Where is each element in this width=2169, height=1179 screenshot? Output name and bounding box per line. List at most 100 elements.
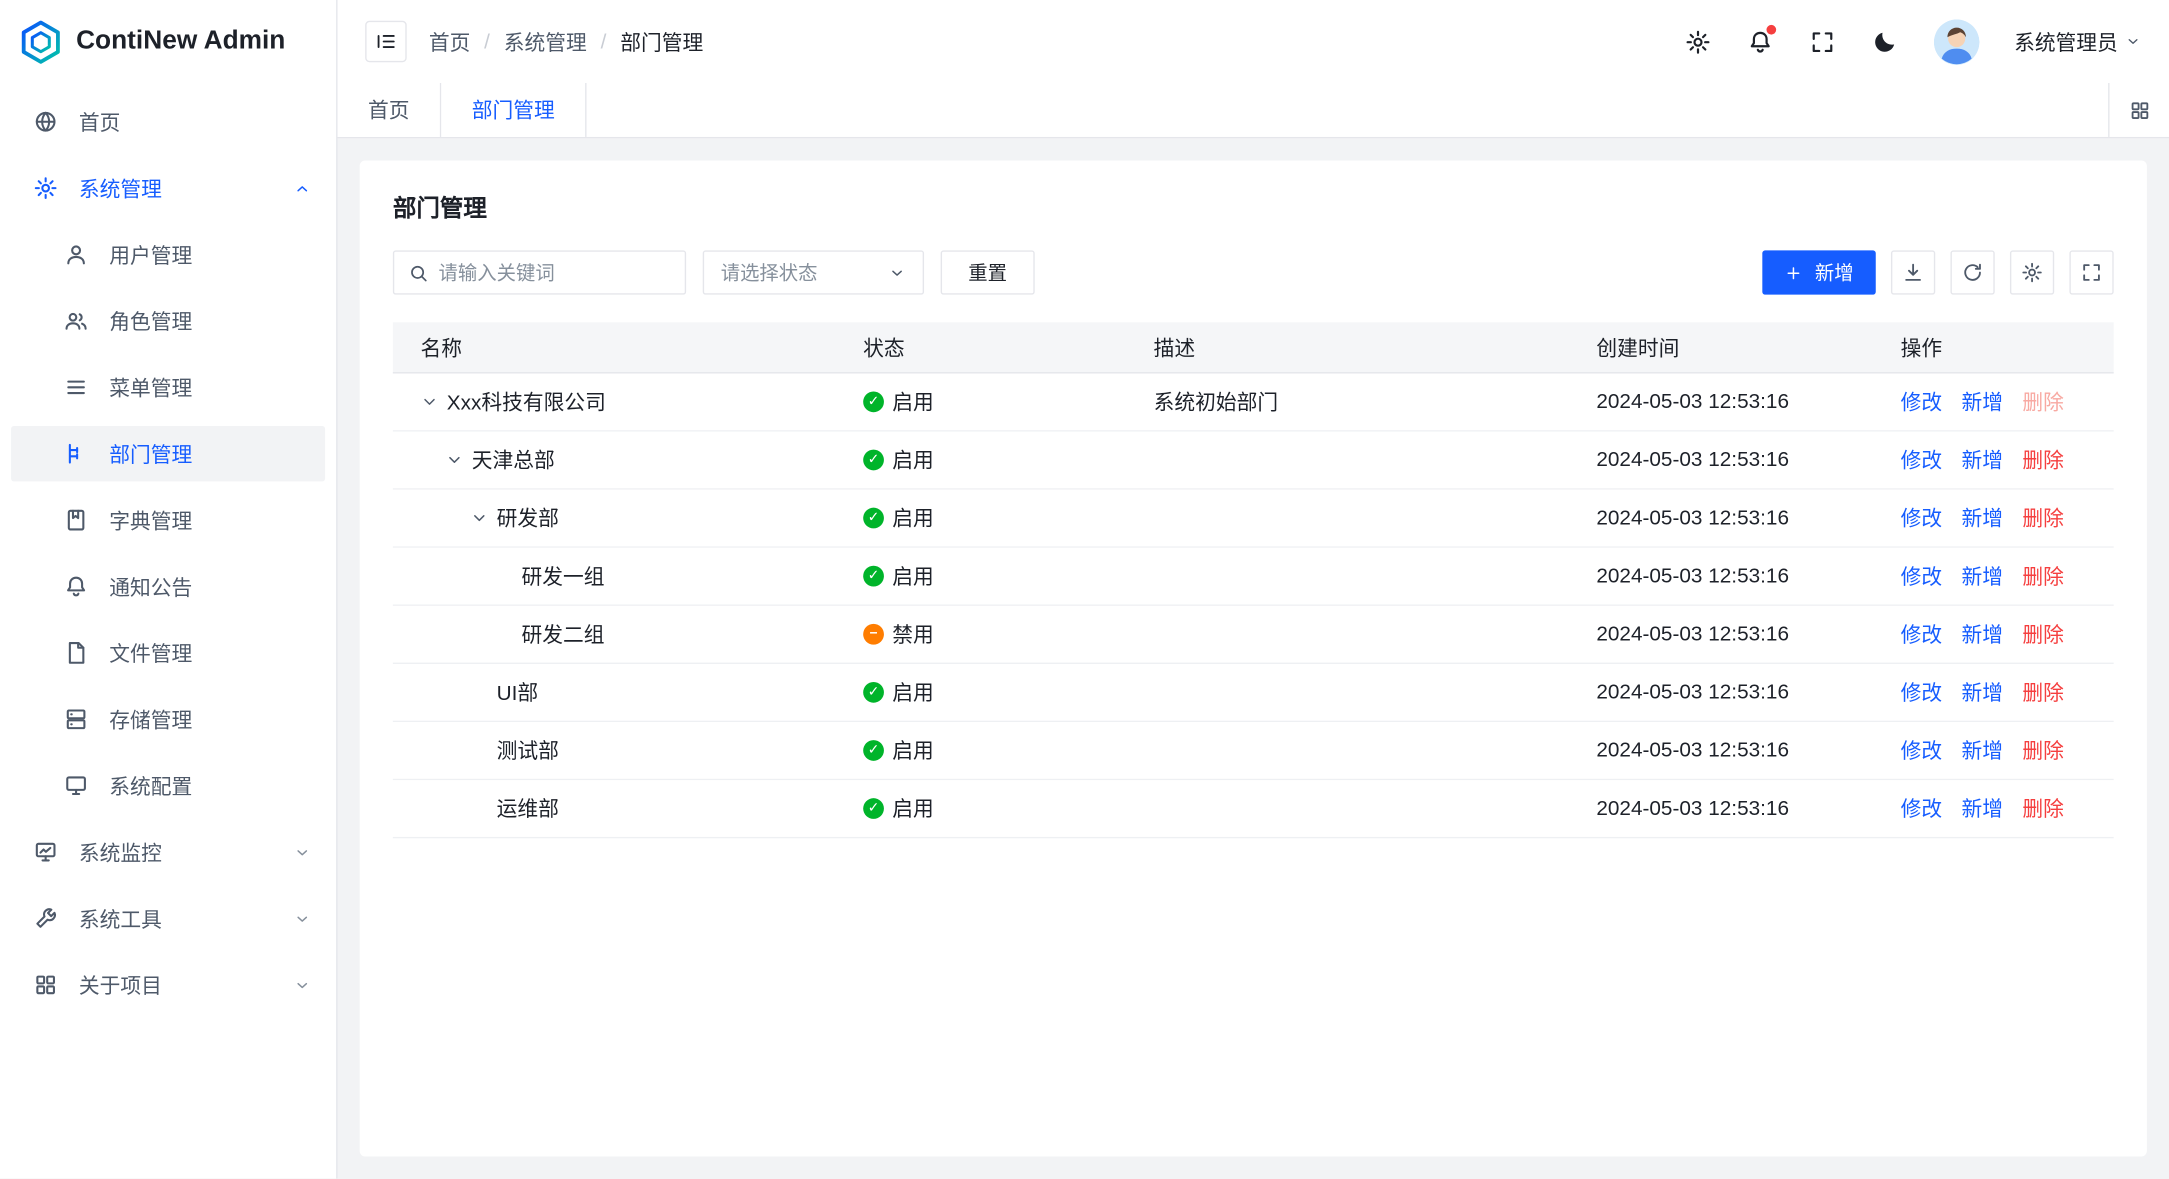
refresh-button[interactable] bbox=[1950, 250, 1994, 294]
tab-home[interactable]: 首页 bbox=[338, 83, 442, 137]
edit-link[interactable]: 修改 bbox=[1901, 794, 1943, 823]
breadcrumb-item-home[interactable]: 首页 bbox=[429, 27, 471, 56]
breadcrumb-separator: / bbox=[601, 30, 607, 54]
created-time: 2024-05-03 12:53:16 bbox=[1574, 432, 1878, 489]
edit-link[interactable]: 修改 bbox=[1901, 562, 1943, 591]
sidebar-item[interactable]: 角色管理 bbox=[11, 293, 325, 348]
row-expand-icon[interactable] bbox=[421, 393, 439, 411]
delete-link[interactable]: 删除 bbox=[2022, 387, 2064, 416]
sidebar-item[interactable]: 首页 bbox=[11, 94, 325, 149]
user-menu[interactable]: 系统管理员 bbox=[2014, 27, 2141, 56]
tree-indent bbox=[421, 575, 496, 576]
add-link[interactable]: 新增 bbox=[1962, 736, 2004, 765]
sidebar-item-label: 系统配置 bbox=[109, 771, 311, 800]
breadcrumb: 首页 / 系统管理 / 部门管理 bbox=[429, 27, 703, 56]
add-link[interactable]: 新增 bbox=[1962, 562, 2004, 591]
tree-icon bbox=[64, 441, 89, 466]
page-title: 部门管理 bbox=[393, 188, 2114, 223]
keyword-input[interactable] bbox=[439, 261, 671, 283]
delete-link[interactable]: 删除 bbox=[2022, 445, 2064, 474]
sidebar-item[interactable]: 用户管理 bbox=[11, 227, 325, 282]
sidebar-item[interactable]: 存储管理 bbox=[11, 692, 325, 747]
department-table: 名称状态描述创建时间操作 Xxx科技有限公司✓启用系统初始部门2024-05-0… bbox=[393, 322, 2114, 838]
sidebar-item-label: 字典管理 bbox=[109, 506, 311, 535]
department-description bbox=[1132, 780, 1575, 837]
edit-link[interactable]: 修改 bbox=[1901, 387, 1943, 416]
add-link[interactable]: 新增 bbox=[1962, 387, 2004, 416]
status-label: 启用 bbox=[892, 736, 934, 765]
filter-toolbar: 请选择状态 重置 新增 bbox=[393, 250, 2114, 294]
sidebar-item[interactable]: 系统配置 bbox=[11, 758, 325, 813]
edit-link[interactable]: 修改 bbox=[1901, 445, 1943, 474]
edit-link[interactable]: 修改 bbox=[1901, 736, 1943, 765]
column-header: 描述 bbox=[1132, 322, 1575, 372]
status-select[interactable]: 请选择状态 bbox=[703, 250, 924, 294]
tree-indent bbox=[421, 808, 471, 809]
chevron-down-icon bbox=[293, 843, 311, 861]
bell-icon bbox=[64, 574, 89, 599]
sidebar: ContiNew Admin 首页系统管理用户管理角色管理菜单管理部门管理字典管… bbox=[0, 0, 338, 1179]
department-name: 天津总部 bbox=[472, 445, 555, 474]
edit-link[interactable]: 修改 bbox=[1901, 504, 1943, 533]
keyword-search-box[interactable] bbox=[393, 250, 686, 294]
status-label: 启用 bbox=[892, 562, 934, 591]
delete-link[interactable]: 删除 bbox=[2022, 620, 2064, 649]
breadcrumb-item-system[interactable]: 系统管理 bbox=[504, 27, 587, 56]
search-icon bbox=[408, 262, 429, 283]
header-settings-button[interactable] bbox=[1685, 28, 1713, 56]
sidebar-collapse-button[interactable] bbox=[365, 21, 406, 62]
row-expand-icon[interactable] bbox=[445, 451, 463, 469]
sidebar-item-label: 菜单管理 bbox=[109, 373, 311, 402]
sidebar-item-label: 系统监控 bbox=[79, 838, 293, 867]
status-enabled-icon: ✓ bbox=[863, 740, 884, 761]
add-link[interactable]: 新增 bbox=[1962, 445, 2004, 474]
delete-link[interactable]: 删除 bbox=[2022, 794, 2064, 823]
column-settings-button[interactable] bbox=[2010, 250, 2054, 294]
tab-department[interactable]: 部门管理 bbox=[441, 83, 586, 137]
sidebar-item[interactable]: 菜单管理 bbox=[11, 360, 325, 415]
export-button[interactable] bbox=[1891, 250, 1935, 294]
department-name: UI部 bbox=[497, 678, 539, 707]
sidebar-item[interactable]: 系统监控 bbox=[11, 824, 325, 879]
created-time: 2024-05-03 12:53:16 bbox=[1574, 664, 1878, 721]
delete-link[interactable]: 删除 bbox=[2022, 678, 2064, 707]
delete-link[interactable]: 删除 bbox=[2022, 504, 2064, 533]
department-name: 研发部 bbox=[497, 504, 559, 533]
sidebar-item[interactable]: 系统工具 bbox=[11, 891, 325, 946]
sidebar-item[interactable]: 字典管理 bbox=[11, 492, 325, 547]
user-avatar[interactable] bbox=[1934, 19, 1980, 65]
fullscreen-button[interactable] bbox=[1809, 28, 1837, 56]
notifications-button[interactable] bbox=[1747, 28, 1775, 56]
sidebar-item[interactable]: 系统管理 bbox=[11, 160, 325, 215]
add-link[interactable]: 新增 bbox=[1962, 504, 2004, 533]
sidebar-item[interactable]: 部门管理 bbox=[11, 426, 325, 481]
tree-indent bbox=[421, 692, 471, 693]
table-row: 运维部✓启用2024-05-03 12:53:16修改新增删除 bbox=[393, 780, 2114, 838]
app-logo[interactable]: ContiNew Admin bbox=[0, 0, 336, 83]
tree-indent bbox=[421, 517, 471, 518]
reset-button[interactable]: 重置 bbox=[941, 250, 1035, 294]
status-enabled-icon: ✓ bbox=[863, 682, 884, 703]
add-link[interactable]: 新增 bbox=[1962, 678, 2004, 707]
delete-link[interactable]: 删除 bbox=[2022, 736, 2064, 765]
home-icon bbox=[33, 109, 58, 134]
table-row: 研发二组−禁用2024-05-03 12:53:16修改新增删除 bbox=[393, 606, 2114, 664]
list-icon bbox=[64, 375, 89, 400]
gear-icon bbox=[33, 176, 58, 201]
add-link[interactable]: 新增 bbox=[1962, 620, 2004, 649]
add-button[interactable]: 新增 bbox=[1762, 250, 1875, 294]
sidebar-item[interactable]: 通知公告 bbox=[11, 559, 325, 614]
delete-link[interactable]: 删除 bbox=[2022, 562, 2064, 591]
row-expand-icon[interactable] bbox=[470, 509, 488, 527]
app-title: ContiNew Admin bbox=[76, 26, 285, 56]
edit-link[interactable]: 修改 bbox=[1901, 678, 1943, 707]
add-link[interactable]: 新增 bbox=[1962, 794, 2004, 823]
dark-mode-button[interactable] bbox=[1872, 28, 1900, 56]
monitor-icon bbox=[64, 773, 89, 798]
sidebar-item[interactable]: 文件管理 bbox=[11, 625, 325, 680]
table-fullscreen-button[interactable] bbox=[2069, 250, 2113, 294]
tab-list-button[interactable] bbox=[2108, 83, 2169, 137]
edit-link[interactable]: 修改 bbox=[1901, 620, 1943, 649]
department-description bbox=[1132, 606, 1575, 663]
sidebar-item[interactable]: 关于项目 bbox=[11, 957, 325, 1012]
